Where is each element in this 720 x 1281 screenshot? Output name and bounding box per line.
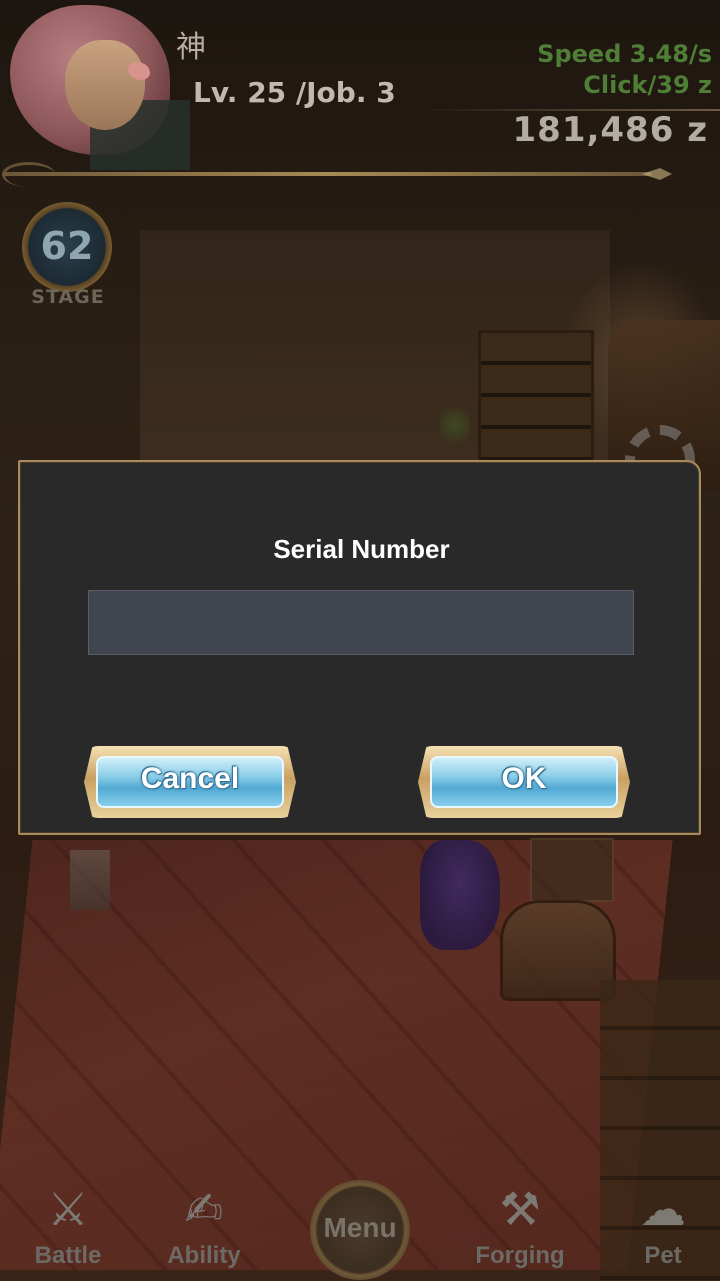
treasure-chest [500, 900, 616, 1001]
serial-number-input[interactable] [88, 590, 634, 655]
scroll-icon: ✍ [184, 1182, 224, 1236]
level-job-label: Lv. 25 /Job. 3 [193, 76, 396, 109]
nav-menu-label: Menu [323, 1212, 397, 1243]
dialog-title: Serial Number [273, 534, 450, 564]
stool [70, 850, 110, 910]
pet-icon: ☁ [640, 1182, 686, 1236]
nav-ability-label: Ability [167, 1242, 241, 1269]
bar-tip [642, 168, 672, 180]
nav-pet[interactable]: ☁ Pet [618, 1170, 708, 1281]
bottom-nav: ⚔ Battle ✍ Ability Menu ⚒ Forging ☁ Pet [0, 1170, 720, 1281]
player-name: 神 [176, 30, 206, 65]
plant [440, 400, 470, 450]
nav-forging-label: Forging [475, 1242, 565, 1269]
nav-ability[interactable]: ✍ Ability [152, 1170, 256, 1281]
nav-battle[interactable]: ⚔ Battle [18, 1170, 118, 1281]
progress-bar [2, 162, 678, 187]
speed-stat: Speed 3.48/s [537, 40, 712, 68]
nav-forging[interactable]: ⚒ Forging [464, 1170, 576, 1281]
crossed-swords-icon: ⚔ [47, 1182, 89, 1236]
bar-rail [2, 172, 652, 176]
purple-cloth [420, 840, 500, 950]
nav-menu[interactable]: Menu [306, 1170, 414, 1281]
ok-button-label: OK [501, 762, 547, 795]
nav-pet-label: Pet [644, 1242, 682, 1269]
crate [530, 838, 614, 902]
avatar-face [65, 40, 145, 130]
stage-number: 62 [40, 224, 94, 268]
game-screen: 神 Lv. 25 /Job. 3 Speed 3.48/s Click/39 z… [0, 0, 720, 1281]
cancel-button[interactable]: Cancel [84, 746, 296, 818]
bookshelf [478, 330, 594, 466]
ok-button[interactable]: OK [418, 746, 630, 818]
character-avatar [0, 0, 190, 170]
stage-label: STAGE [31, 286, 105, 308]
click-stat: Click/39 z [583, 71, 712, 99]
cancel-button-label: Cancel [140, 762, 240, 795]
stage-badge[interactable]: 62 [22, 202, 112, 292]
nav-battle-label: Battle [34, 1242, 102, 1269]
zeny-amount: 181,486 z [512, 110, 708, 150]
hammer-icon: ⚒ [499, 1182, 541, 1236]
